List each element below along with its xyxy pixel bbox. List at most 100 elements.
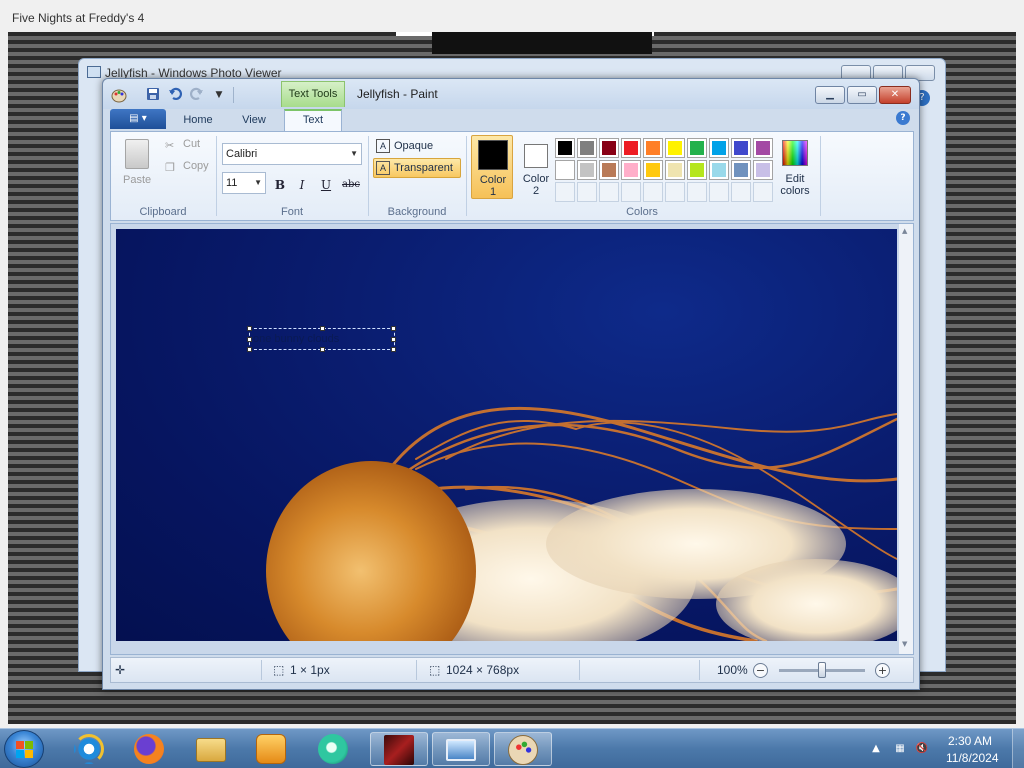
palette-swatch[interactable] [687,160,707,180]
resize-handle[interactable] [391,326,396,331]
save-icon[interactable] [145,87,161,103]
tab-text[interactable]: Text [284,109,342,131]
paint-titlebar[interactable]: ▼ Text Tools Jellyfish - Paint ▁ ▭ ✕ [103,79,919,109]
bold-button[interactable]: B [270,174,290,194]
start-button[interactable] [4,730,44,768]
customize-quick-access-dropdown-icon[interactable]: ▼ [211,87,227,103]
resize-handle[interactable] [320,347,325,352]
media-app-icon[interactable] [308,732,360,766]
clipboard-group-label: Clipboard [139,206,187,218]
clock-date[interactable]: 11/8/2024 [946,751,999,765]
five-nights-game-icon[interactable] [370,732,428,766]
transparent-button[interactable]: A Transparent [373,158,461,178]
underline-button[interactable]: U [316,174,336,194]
status-separator [699,660,700,680]
custom-color-slot[interactable] [621,182,641,202]
custom-color-slot[interactable] [599,182,619,202]
palette-swatch[interactable] [753,160,773,180]
tab-view[interactable]: View [228,111,280,131]
zoom-slider-thumb[interactable] [818,662,826,678]
palette-swatch[interactable] [731,160,751,180]
custom-color-slot[interactable] [687,182,707,202]
text-box-selection[interactable]: one bunny clouds [247,326,396,352]
edit-colors-button[interactable]: Edit colors [775,137,815,201]
custom-color-slot[interactable] [665,182,685,202]
palette-swatch[interactable] [709,138,729,158]
color-2-button[interactable]: Color 2 [515,135,557,199]
custom-color-slot[interactable] [577,182,597,202]
palette-swatch[interactable] [665,160,685,180]
resize-handle[interactable] [247,337,252,342]
drawing-canvas[interactable]: one bunny clouds [116,229,897,641]
palette-swatch[interactable] [577,160,597,180]
help-icon[interactable]: ? [896,111,910,125]
paint-app-icon[interactable] [111,87,127,103]
minimize-button[interactable]: ▁ [815,86,845,104]
scroll-up-icon[interactable]: ▲ [902,227,907,235]
maximize-button[interactable]: ▭ [847,86,877,104]
paint-icon[interactable] [494,732,552,766]
palette-swatch[interactable] [643,138,663,158]
file-explorer-icon[interactable] [186,732,238,766]
custom-color-slot[interactable] [709,182,729,202]
italic-button[interactable]: I [292,174,312,194]
zoom-in-button[interactable]: + [875,663,890,678]
palette-swatch[interactable] [621,160,641,180]
custom-color-slot[interactable] [731,182,751,202]
show-desktop-button[interactable] [1012,729,1024,768]
resize-handle[interactable] [391,347,396,352]
palette-swatch[interactable] [709,160,729,180]
image-size: 1024 × 768px [446,663,520,677]
text-box-content[interactable]: one bunny clouds [253,333,339,345]
clock-time[interactable]: 2:30 AM [948,734,992,748]
palette-swatch[interactable] [753,138,773,158]
palette-swatch[interactable] [599,160,619,180]
vertical-scrollbar[interactable]: ▲ ▼ [899,224,913,654]
paint-window[interactable]: ▼ Text Tools Jellyfish - Paint ▁ ▭ ✕ ▤ ▾… [102,78,920,690]
color-2-label: Color [522,173,550,185]
palette-swatch[interactable] [555,160,575,180]
redo-icon[interactable] [189,87,205,103]
paint-menu-button[interactable]: ▤ ▾ [110,109,166,129]
undo-icon[interactable] [167,87,183,103]
internet-explorer-icon[interactable] [64,732,116,766]
media-player-icon[interactable] [246,732,298,766]
resize-handle[interactable] [247,347,252,352]
color-1-button[interactable]: Color 1 [471,135,513,199]
volume-muted-icon[interactable]: 🔇 [914,741,930,757]
copy-button[interactable]: ❐ Copy [165,160,209,174]
opaque-button[interactable]: A Opaque [373,136,461,156]
custom-color-slot[interactable] [753,182,773,202]
strikethrough-button[interactable]: abc [339,174,363,194]
custom-color-slot[interactable] [643,182,663,202]
tab-home[interactable]: Home [172,111,224,131]
show-hidden-icons-button[interactable]: ▲ [868,741,884,757]
network-icon[interactable]: ▦ [892,741,908,757]
palette-swatch[interactable] [599,138,619,158]
scroll-down-icon[interactable]: ▼ [902,640,907,648]
opaque-label: Opaque [394,140,434,152]
palette-swatch[interactable] [621,138,641,158]
palette-swatch[interactable] [731,138,751,158]
firefox-icon[interactable] [124,732,176,766]
palette-swatch[interactable] [577,138,597,158]
paste-icon[interactable] [125,139,149,169]
palette-swatch[interactable] [687,138,707,158]
palette-swatch[interactable] [665,138,685,158]
canvas-area[interactable]: one bunny clouds ▲ ▼ [110,223,914,655]
palette-swatch[interactable] [643,160,663,180]
color-2-swatch [524,144,548,168]
custom-color-slot[interactable] [555,182,575,202]
palette-swatch[interactable] [555,138,575,158]
close-button[interactable]: ✕ [879,86,911,104]
photo-viewer-icon[interactable] [432,732,490,766]
resize-handle[interactable] [320,326,325,331]
zoom-out-button[interactable]: − [753,663,768,678]
font-family-select[interactable]: Calibri ▼ [222,143,362,165]
resize-handle[interactable] [391,337,396,342]
paste-button[interactable]: Paste [123,174,151,186]
font-size-select[interactable]: 11 ▼ [222,172,266,194]
game-window-title: Five Nights at Freddy's 4 [12,11,145,25]
cut-button[interactable]: ✂ Cut [165,138,200,152]
resize-handle[interactable] [247,326,252,331]
